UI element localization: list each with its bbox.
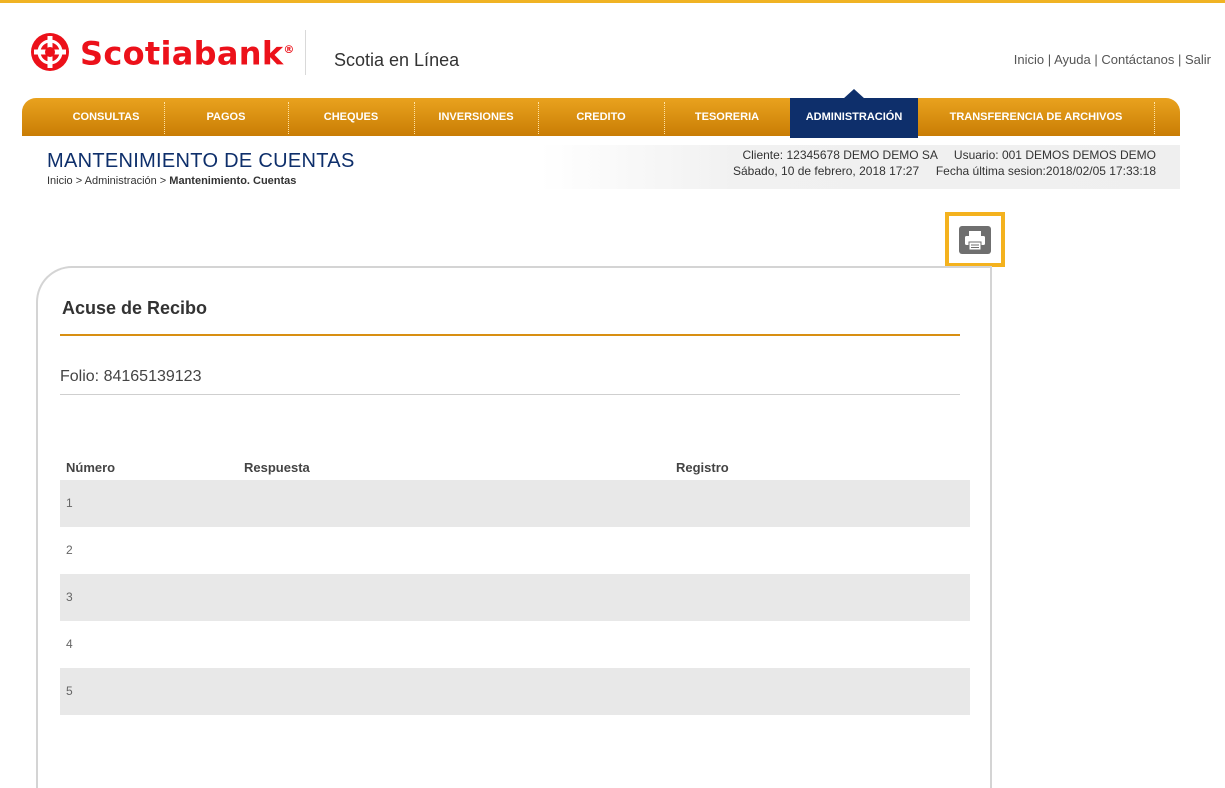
row-number: 1 <box>66 496 73 510</box>
header-divider <box>305 30 306 75</box>
print-button[interactable] <box>945 212 1005 267</box>
scotiabank-logo[interactable]: Scotiabank® <box>30 30 295 74</box>
table-row: 1 <box>60 480 970 527</box>
nav-pagos[interactable]: PAGOS <box>164 98 288 136</box>
column-header-respuesta: Respuesta <box>244 460 310 475</box>
breadcrumb-current: Mantenimiento. Cuentas <box>169 175 297 187</box>
nav-credito[interactable]: CREDITO <box>538 98 664 136</box>
page-title: MANTENIMIENTO DE CUENTAS <box>47 150 355 172</box>
row-number: 4 <box>66 637 73 651</box>
nav-cheques[interactable]: CHEQUES <box>288 98 414 136</box>
receipt-card: Acuse de Recibo Folio: 84165139123 Númer… <box>36 266 992 788</box>
row-number: 5 <box>66 684 73 698</box>
main-nav: CONSULTAS PAGOS CHEQUES INVERSIONES CRED… <box>22 89 1180 138</box>
link-contactanos[interactable]: Contáctanos <box>1101 52 1174 67</box>
table-row: 4 <box>60 621 970 668</box>
column-header-registro: Registro <box>676 460 729 475</box>
product-name: Scotia en Línea <box>334 50 460 70</box>
scotiabank-globe-icon <box>31 32 69 71</box>
title-divider <box>60 334 960 336</box>
folio-value: 84165139123 <box>103 368 202 385</box>
nav-inversiones[interactable]: INVERSIONES <box>414 98 538 136</box>
link-salir[interactable]: Salir <box>1185 52 1211 67</box>
top-links: Inicio | Ayuda | Contáctanos | Salir <box>1013 52 1211 67</box>
session-client-user-line: Cliente: 12345678 DEMO DEMO SA Usuario: … <box>742 148 1156 162</box>
folio-divider <box>60 394 960 395</box>
printer-icon-bg <box>959 226 991 254</box>
receipt-title: Acuse de Recibo <box>62 298 208 318</box>
link-ayuda[interactable]: Ayuda <box>1054 52 1091 67</box>
folio: Folio: 84165139123 <box>60 368 201 386</box>
nav-transferencia-de-archivos[interactable]: TRANSFERENCIA DE ARCHIVOS <box>918 98 1154 136</box>
brand-name: Scotiabank® <box>80 34 295 73</box>
nav-administracion[interactable]: ADMINISTRACIÓN <box>790 89 918 138</box>
nav-separator <box>1154 102 1155 134</box>
nav-tesoreria[interactable]: TESORERIA <box>664 98 790 136</box>
row-number: 3 <box>66 590 73 604</box>
link-inicio[interactable]: Inicio <box>1014 52 1044 67</box>
folio-label: Folio: <box>60 368 100 385</box>
session-info: Cliente: 12345678 DEMO DEMO SA Usuario: … <box>540 145 1180 189</box>
row-number: 2 <box>66 543 73 557</box>
column-header-numero: Número <box>66 460 116 475</box>
breadcrumb: Inicio > Administración > Mantenimiento.… <box>47 175 296 187</box>
breadcrumb-path[interactable]: Inicio > Administración > <box>47 175 169 187</box>
session-date-line: Sábado, 10 de febrero, 2018 17:27 Fecha … <box>733 164 1156 178</box>
top-accent-line <box>0 0 1225 3</box>
nav-consultas[interactable]: CONSULTAS <box>48 98 164 136</box>
printer-icon <box>965 231 985 251</box>
table-row: 3 <box>60 574 970 621</box>
table-row: 2 <box>60 527 970 574</box>
table-row: 5 <box>60 668 970 715</box>
